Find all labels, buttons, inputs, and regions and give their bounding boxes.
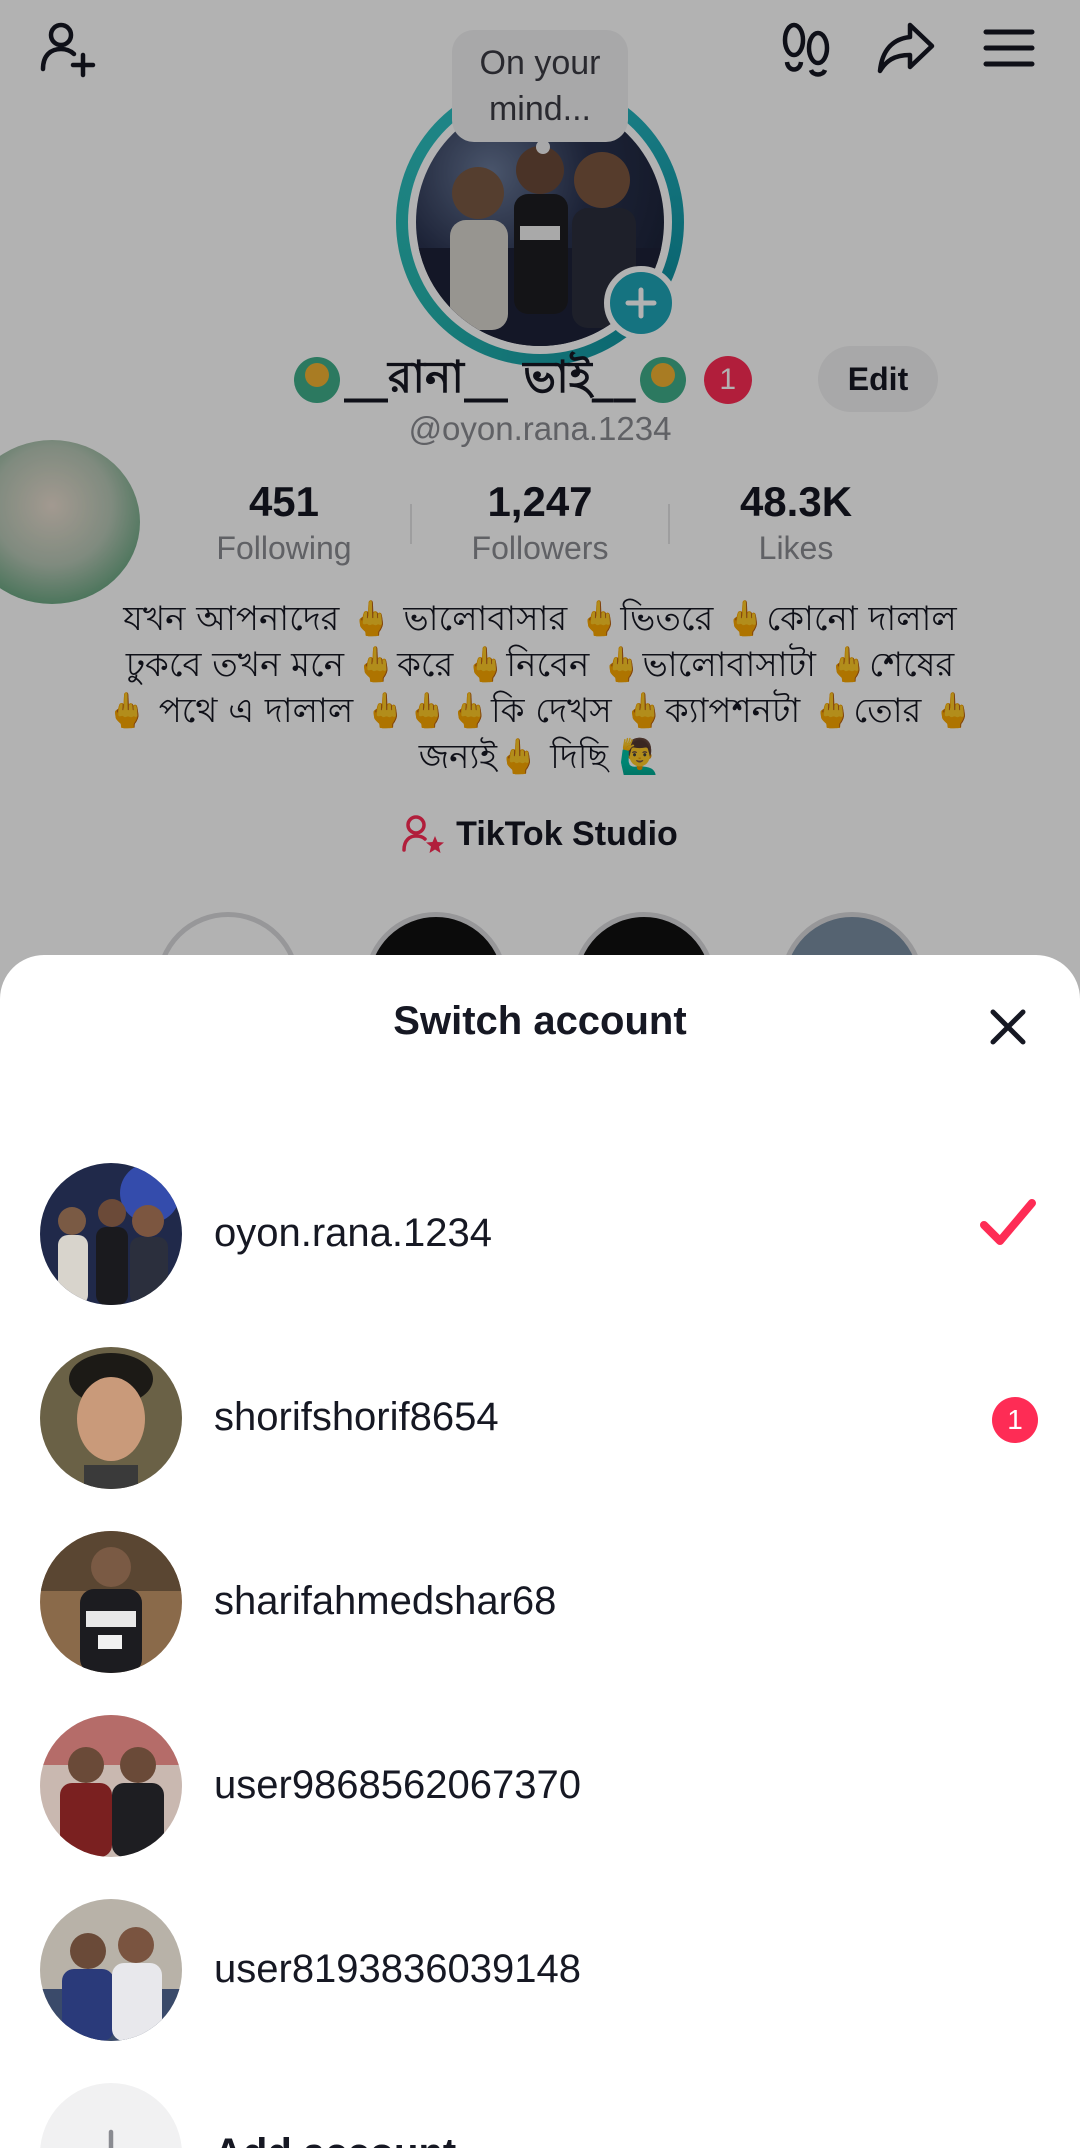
account-avatar <box>40 1899 182 2041</box>
account-row[interactable]: oyon.rana.1234 <box>0 1125 1080 1309</box>
account-username: shorifshorif8654 <box>214 1395 499 1439</box>
add-account-label: Add account <box>214 2131 456 2148</box>
add-account-row[interactable]: Add account <box>0 2045 1080 2148</box>
account-username: user8193836039148 <box>214 1947 582 1991</box>
account-row[interactable]: user9868562067370 <box>0 1677 1080 1861</box>
account-avatar <box>40 1163 182 1305</box>
close-button[interactable] <box>976 995 1040 1059</box>
add-account-button[interactable] <box>40 2083 182 2148</box>
account-avatar <box>40 1715 182 1857</box>
sheet-title: Switch account <box>393 999 687 1043</box>
account-username: user9868562067370 <box>214 1763 582 1807</box>
account-avatar <box>40 1531 182 1673</box>
account-row[interactable]: user8193836039148 <box>0 1861 1080 2045</box>
account-notification-badge: 1 <box>992 1397 1038 1443</box>
plus-icon <box>108 2129 114 2148</box>
account-avatar <box>40 1347 182 1489</box>
account-username: oyon.rana.1234 <box>214 1211 493 1255</box>
account-row[interactable]: sharifahmedshar68 <box>0 1493 1080 1677</box>
check-icon <box>978 1195 1038 1256</box>
account-username: sharifahmedshar68 <box>214 1579 557 1623</box>
switch-account-sheet: Switch account oyon.rana.1234 shorifshor… <box>0 955 1080 2148</box>
close-icon <box>990 1009 1026 1045</box>
account-row[interactable]: shorifshorif8654 1 <box>0 1309 1080 1493</box>
